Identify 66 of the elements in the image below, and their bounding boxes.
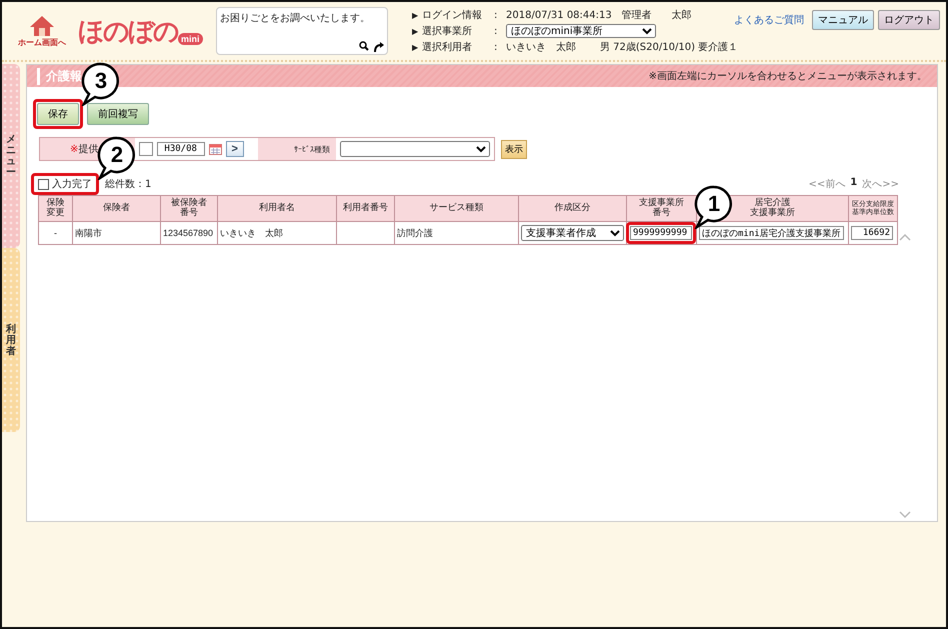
info-value: いきいき 太郎 <box>506 40 576 54</box>
total-count: 総件数：1 <box>105 178 152 191</box>
search-icon[interactable] <box>359 41 369 51</box>
complete-checkbox[interactable]: 入力完了 <box>35 177 95 191</box>
table-cell: 南陽市 <box>72 222 160 244</box>
column-header: 保険者 <box>103 204 130 214</box>
triangle-icon: ▶ <box>412 42 422 52</box>
show-button[interactable]: 表示 <box>501 140 527 158</box>
period-field[interactable]: H30/08 <box>156 142 205 156</box>
home-link[interactable]: ホーム画面へ <box>18 36 66 48</box>
action-button[interactable]: 保存 <box>37 103 79 125</box>
next-link[interactable]: 次へ>> <box>862 177 899 191</box>
notice-text: ※画面左端にカーソルを合わせるとメニューが表示されます。 <box>648 70 927 83</box>
logout-button[interactable]: ログアウト <box>878 10 940 30</box>
office-select[interactable]: ほのぼのmini事業所 <box>506 24 656 38</box>
separator: : <box>494 42 498 52</box>
table-cell: 訪問介護 <box>394 222 518 244</box>
column-header: サービス種類 <box>430 204 484 214</box>
column-header: 利用者名 <box>259 204 295 214</box>
cell-select[interactable]: 支援事業者作成 <box>521 225 624 241</box>
scroll-down-icon[interactable] <box>899 511 911 519</box>
column-header: 変更 <box>46 208 64 218</box>
next-period-button[interactable]: > <box>226 141 244 157</box>
info-label: ログイン情報 <box>422 8 483 22</box>
table-cell: いきいき 太郎 <box>218 222 336 244</box>
side-tab[interactable]: メニュー <box>2 64 20 248</box>
column-header: 居宅介護 <box>754 198 790 208</box>
service-type-select[interactable] <box>340 141 490 157</box>
table-cell: - <box>38 222 72 244</box>
scroll-up-icon[interactable] <box>899 233 911 241</box>
column-header: 保険 <box>46 198 64 208</box>
column-header: 支援事業所 <box>750 208 795 218</box>
triangle-icon: ▶ <box>412 10 422 20</box>
column-header: 支援事業所 <box>639 198 684 208</box>
app-logo: ほのぼの mini <box>78 14 202 48</box>
manual-button[interactable]: マニュアル <box>812 10 874 30</box>
column-header: 被保険者 <box>171 198 207 208</box>
cell-input-field[interactable]: ほのぼのmini居宅介護支援事業所 <box>699 226 844 240</box>
callout-badge: 2 <box>97 136 137 180</box>
page-number[interactable]: 1 <box>850 177 858 191</box>
service-type-label: ｻｰﾋﾞｽ種類 <box>258 138 336 160</box>
info-value: 2018/07/31 08:44:13 管理者 太郎 <box>506 8 692 22</box>
column-header: 利用者番号 <box>343 204 388 214</box>
column-header: 番号 <box>652 208 670 218</box>
calendar-icon[interactable] <box>208 144 222 154</box>
side-tab[interactable]: 利用者 <box>2 248 20 432</box>
info-label: 選択利用者 <box>422 40 473 54</box>
action-button[interactable]: 前回複写 <box>87 103 149 125</box>
column-header: 作成区分 <box>554 204 590 214</box>
cell-input-field[interactable]: 16692 <box>851 226 893 240</box>
callout-badge: 1 <box>694 185 734 229</box>
separator: : <box>494 26 498 36</box>
column-header: 番号 <box>180 208 198 218</box>
home-icon[interactable] <box>29 14 55 36</box>
callout-badge: 3 <box>81 62 121 106</box>
faq-link[interactable]: よくあるご質問 <box>734 13 804 27</box>
curved-arrow-icon[interactable] <box>373 41 384 52</box>
separator: : <box>494 10 498 20</box>
search-field[interactable]: お困りごとをお調べいたします。 <box>216 7 388 55</box>
triangle-icon: ▶ <box>412 26 422 36</box>
prev-link[interactable]: <<前へ <box>808 177 846 191</box>
table-cell: 1234567890 <box>160 222 218 244</box>
small-input-field[interactable] <box>138 142 153 156</box>
user-details: 男 72歳(S20/10/10) 要介護１ <box>600 40 738 54</box>
cell-input-field[interactable]: 9999999999 <box>630 226 692 240</box>
info-label: 選択事業所 <box>422 24 473 38</box>
